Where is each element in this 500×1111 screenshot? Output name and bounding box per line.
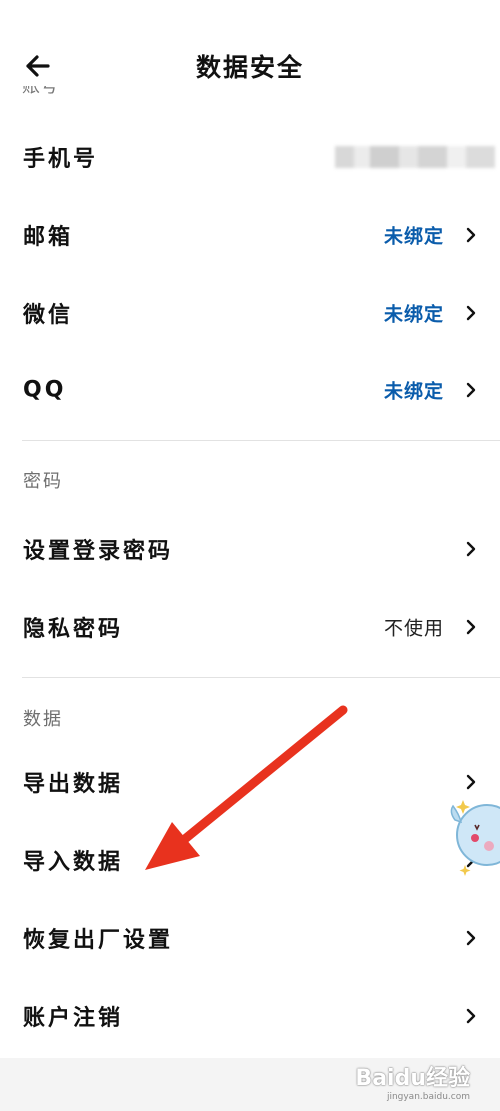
chevron-right-icon [466, 930, 476, 946]
section-label-password: 密码 [23, 471, 63, 492]
row-label: 账户注销 [23, 1006, 124, 1031]
privacy-password-status: 不使用 [383, 617, 444, 640]
cartoon-sticker-icon [450, 800, 500, 876]
chevron-right-icon [466, 382, 476, 398]
row-label: 微信 [23, 303, 74, 328]
row-set-login-password[interactable]: 设置登录密码 [0, 516, 500, 582]
watermark-logo: Baidu经验 [355, 1066, 470, 1091]
row-label: 邮箱 [23, 225, 74, 250]
row-import-data[interactable]: 导入数据 [0, 827, 500, 893]
watermark-url: jingyan.baidu.com [386, 1092, 470, 1102]
chevron-right-icon [466, 774, 476, 790]
row-label: QQ [23, 377, 67, 403]
bind-status: 未绑定 [383, 380, 444, 403]
row-label: 导出数据 [23, 772, 124, 797]
redacted-phone-value [335, 146, 495, 168]
row-email[interactable]: 邮箱 未绑定 [0, 202, 500, 268]
row-label: 恢复出厂设置 [23, 928, 174, 953]
row-privacy-password[interactable]: 隐私密码 不使用 [0, 594, 500, 660]
section-divider [22, 677, 500, 678]
page-title: 数据安全 [195, 53, 304, 82]
row-export-data[interactable]: 导出数据 [0, 749, 500, 815]
chevron-right-icon [466, 619, 476, 635]
row-phone[interactable]: 手机号 [0, 124, 500, 190]
section-label-account: 账号 [22, 86, 58, 97]
bind-status: 未绑定 [383, 303, 444, 326]
row-label: 隐私密码 [23, 617, 124, 642]
chevron-right-icon [466, 1008, 476, 1024]
section-label-data: 数据 [23, 709, 63, 730]
row-label: 设置登录密码 [23, 539, 174, 564]
top-bar: 数据安全 账号 [0, 0, 500, 97]
row-label: 导入数据 [23, 850, 124, 875]
row-label: 手机号 [23, 147, 99, 172]
row-wechat[interactable]: 微信 未绑定 [0, 280, 500, 346]
chevron-right-icon [466, 541, 476, 557]
chevron-right-icon [466, 305, 476, 321]
section-divider [22, 440, 500, 441]
row-qq[interactable]: QQ 未绑定 [0, 357, 500, 423]
row-factory-reset[interactable]: 恢复出厂设置 [0, 905, 500, 971]
bind-status: 未绑定 [383, 225, 444, 248]
chevron-right-icon [466, 227, 476, 243]
row-delete-account[interactable]: 账户注销 [0, 983, 500, 1049]
